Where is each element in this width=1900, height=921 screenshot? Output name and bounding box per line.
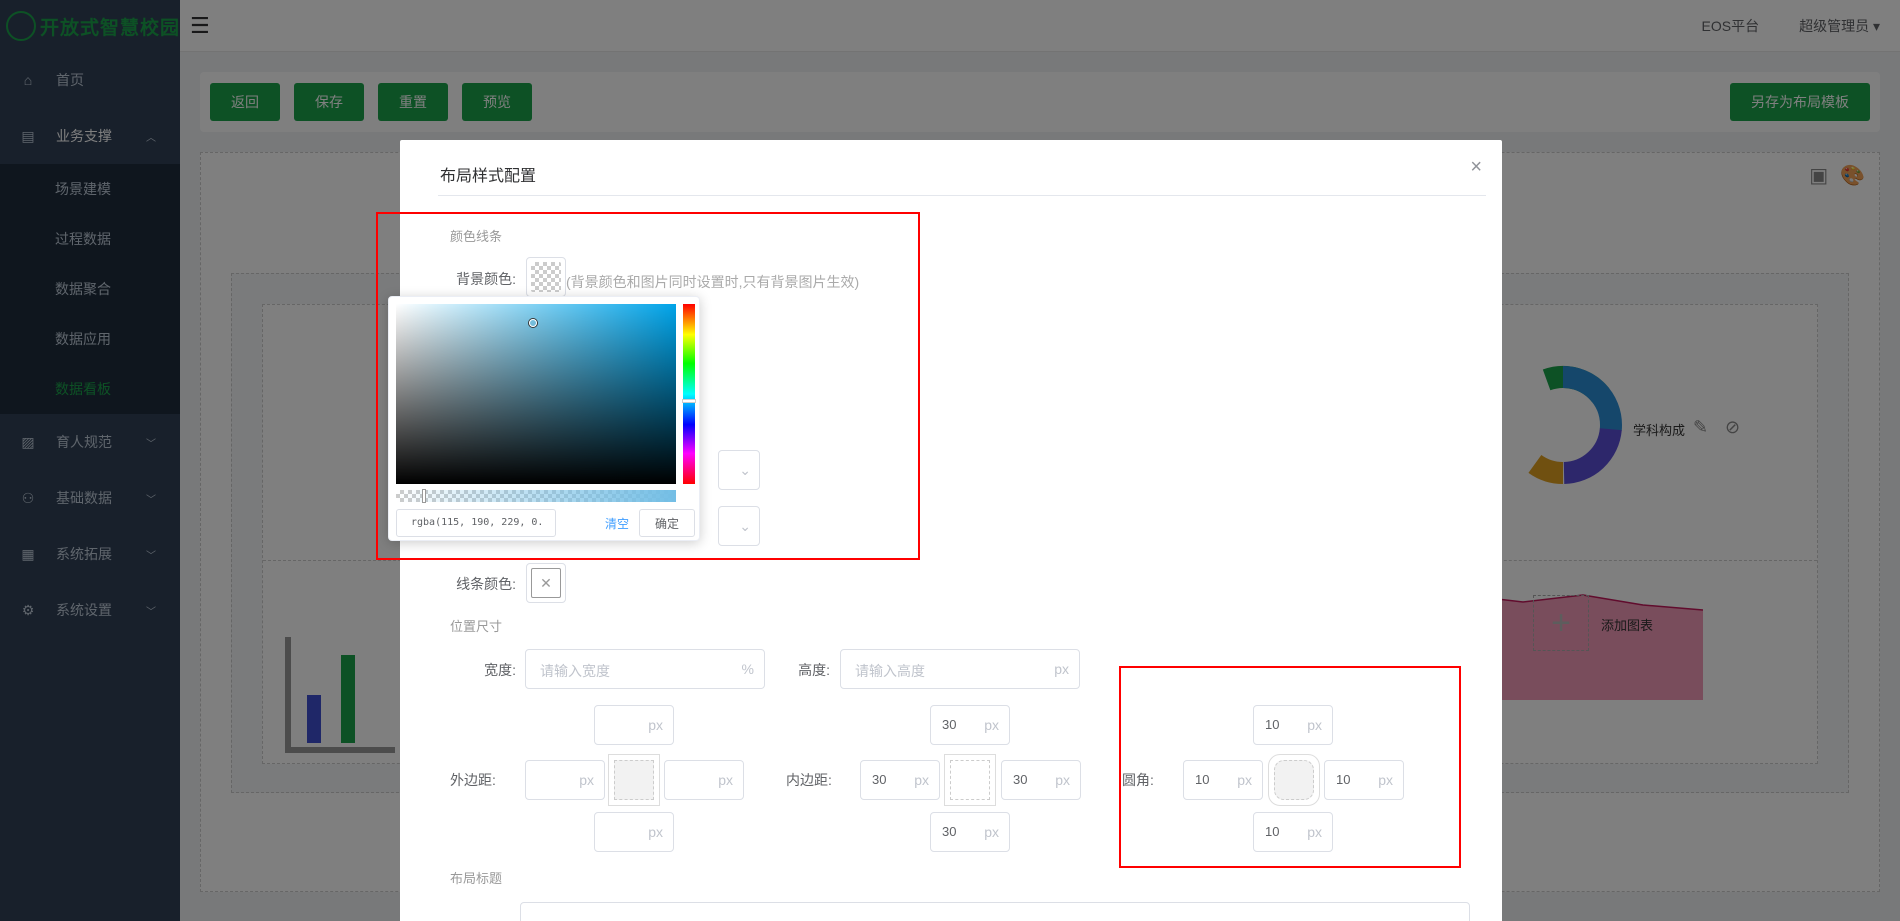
color-value-input[interactable]: rgba(115, 190, 229, 0.: [396, 509, 556, 537]
unit: px: [984, 717, 999, 733]
padding-preview-box: [944, 754, 996, 806]
annotation-box-radius: [1119, 666, 1461, 868]
saturation-cursor[interactable]: [529, 319, 537, 327]
padding-right-value: 30: [1013, 772, 1028, 787]
unit: px: [914, 772, 929, 788]
padding-bottom-value: 30: [942, 824, 957, 839]
alpha-thumb[interactable]: [422, 489, 426, 503]
color-picker-popup: rgba(115, 190, 229, 0. 清空 确定: [388, 296, 700, 541]
width-input[interactable]: 请输入宽度 %: [525, 649, 765, 689]
padding-left-input[interactable]: 30 px: [860, 760, 940, 800]
unit: px: [648, 717, 663, 733]
size-section-title: 位置尺寸: [450, 619, 503, 634]
padding-label: 内边距:: [786, 772, 832, 788]
alpha-slider[interactable]: [396, 490, 676, 502]
height-unit: px: [1054, 661, 1069, 677]
margin-preview-inner: [614, 760, 654, 800]
dialog-title: 布局样式配置: [440, 168, 537, 185]
hue-slider[interactable]: [683, 304, 695, 484]
unit: px: [984, 824, 999, 840]
padding-left-value: 30: [872, 772, 887, 787]
width-unit: %: [741, 661, 754, 677]
margin-label: 外边距:: [450, 772, 496, 788]
title-input[interactable]: [520, 902, 1470, 921]
height-label: 高度:: [798, 662, 830, 678]
line-color-label: 线条颜色:: [456, 576, 516, 592]
close-icon[interactable]: ×: [1470, 156, 1482, 179]
unit: px: [1055, 772, 1070, 788]
padding-right-input[interactable]: 30 px: [1001, 760, 1081, 800]
padding-bottom-input[interactable]: 30 px: [930, 812, 1010, 852]
margin-preview-box: [608, 754, 660, 806]
padding-top-input[interactable]: 30 px: [930, 705, 1010, 745]
width-placeholder: 请输入宽度: [540, 663, 610, 679]
margin-top-input[interactable]: px: [594, 705, 674, 745]
padding-top-value: 30: [942, 717, 957, 732]
margin-bottom-input[interactable]: px: [594, 812, 674, 852]
margin-right-input[interactable]: px: [664, 760, 744, 800]
padding-preview-inner: [950, 760, 990, 800]
hue-thumb[interactable]: [682, 399, 696, 403]
clear-link[interactable]: 清空: [605, 515, 629, 532]
margin-left-input[interactable]: px: [525, 760, 605, 800]
unit: px: [648, 824, 663, 840]
confirm-button[interactable]: 确定: [639, 509, 695, 537]
height-placeholder: 请输入高度: [855, 663, 925, 679]
unit: px: [718, 772, 733, 788]
width-label: 宽度:: [484, 662, 516, 678]
close-icon: ✕: [531, 568, 561, 598]
unit: px: [579, 772, 594, 788]
saturation-panel[interactable]: [396, 304, 676, 484]
line-color-swatch[interactable]: ✕: [526, 563, 566, 603]
dialog-divider: [438, 195, 1486, 196]
height-input[interactable]: 请输入高度 px: [840, 649, 1080, 689]
title-section-title: 布局标题: [450, 871, 503, 886]
